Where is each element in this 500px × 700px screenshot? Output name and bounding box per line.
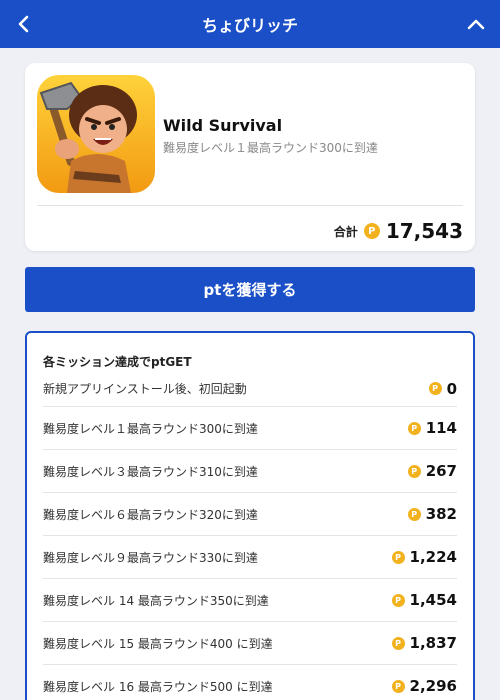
mission-row: 難易度レベル 16 最高ラウンド500 に到達 P 2,296: [43, 665, 457, 700]
missions-panel: 各ミッション達成でptGET 新規アプリインストール後、初回起動 P 0 難易度…: [25, 331, 475, 700]
mission-row: 難易度レベル３最高ラウンド310に到達 P 267: [43, 450, 457, 493]
mission-label: 難易度レベル 15 最高ラウンド400 に到達: [43, 636, 273, 651]
mission-reward: P 1,224: [391, 548, 457, 566]
missions-title: 各ミッション達成でptGET: [43, 355, 192, 369]
mission-points: 2,296: [409, 677, 457, 695]
mission-points: 1,837: [409, 634, 457, 652]
mission-label: 難易度レベル９最高ラウンド330に到達: [43, 550, 258, 565]
mission-row: 新規アプリインストール後、初回起動 P 0: [43, 371, 457, 407]
coin-icon: P: [391, 593, 405, 607]
mission-list: 新規アプリインストール後、初回起動 P 0 難易度レベル１最高ラウンド300に到…: [43, 371, 457, 700]
mission-reward: P 2,296: [391, 677, 457, 695]
caveman-game-icon[interactable]: [37, 75, 155, 193]
mission-reward: P 267: [407, 462, 457, 480]
coin-icon: P: [407, 464, 421, 478]
mission-row: 難易度レベル１最高ラウンド300に到達 P 114: [43, 407, 457, 450]
mission-reward: P 1,454: [391, 591, 457, 609]
back-button[interactable]: [0, 0, 48, 48]
coin-icon: P: [407, 507, 421, 521]
mission-row: 難易度レベル 15 最高ラウンド400 に到達 P 1,837: [43, 622, 457, 665]
mission-label: 難易度レベル６最高ラウンド320に到達: [43, 507, 258, 522]
mission-points: 382: [425, 505, 457, 523]
app-card: Wild Survival 難易度レベル１最高ラウンド300に到達 合計 P 1…: [25, 63, 475, 251]
total-points: 17,543: [385, 219, 463, 243]
mission-points: 0: [446, 379, 457, 398]
mission-label: 難易度レベル 14 最高ラウンド350に到達: [43, 593, 269, 608]
chevron-left-icon: [18, 15, 29, 33]
mission-row: 難易度レベル６最高ラウンド320に到達 P 382: [43, 493, 457, 536]
collapse-button[interactable]: [452, 0, 500, 48]
total-label: 合計: [333, 224, 358, 239]
coin-icon: P: [391, 550, 405, 564]
coin-icon: P: [391, 636, 405, 650]
app-subtitle: 難易度レベル１最高ラウンド300に到達: [163, 141, 378, 155]
chevron-up-icon: [467, 19, 485, 30]
page-title: ちょびリッチ: [201, 16, 298, 35]
mission-points: 1,224: [409, 548, 457, 566]
mission-label: 難易度レベル３最高ラウンド310に到達: [43, 464, 258, 479]
coin-icon: P: [428, 382, 442, 395]
mission-reward: P 382: [407, 505, 457, 523]
mission-label: 難易度レベル 16 最高ラウンド500 に到達: [43, 679, 273, 694]
total-points-row: 合計 P 17,543: [334, 216, 463, 246]
coin-icon: P: [407, 421, 421, 435]
mission-row: 難易度レベル９最高ラウンド330に到達 P 1,224: [43, 536, 457, 579]
mission-reward: P 1,837: [391, 634, 457, 652]
divider: [37, 205, 463, 206]
mission-reward: P 0: [428, 379, 457, 398]
earn-points-button[interactable]: ptを獲得する: [25, 267, 475, 312]
mission-label: 新規アプリインストール後、初回起動: [43, 382, 247, 396]
mission-points: 1,454: [409, 591, 457, 609]
mission-label: 難易度レベル１最高ラウンド300に到達: [43, 421, 258, 436]
mission-row: 難易度レベル 14 最高ラウンド350に到達 P 1,454: [43, 579, 457, 622]
mission-reward: P 114: [407, 419, 457, 437]
mission-points: 114: [425, 419, 457, 437]
app-name: Wild Survival: [163, 116, 283, 135]
coin-icon: P: [363, 223, 380, 239]
app-header: ちょびリッチ: [0, 0, 500, 48]
coin-icon: P: [391, 679, 405, 693]
mission-points: 267: [425, 462, 457, 480]
